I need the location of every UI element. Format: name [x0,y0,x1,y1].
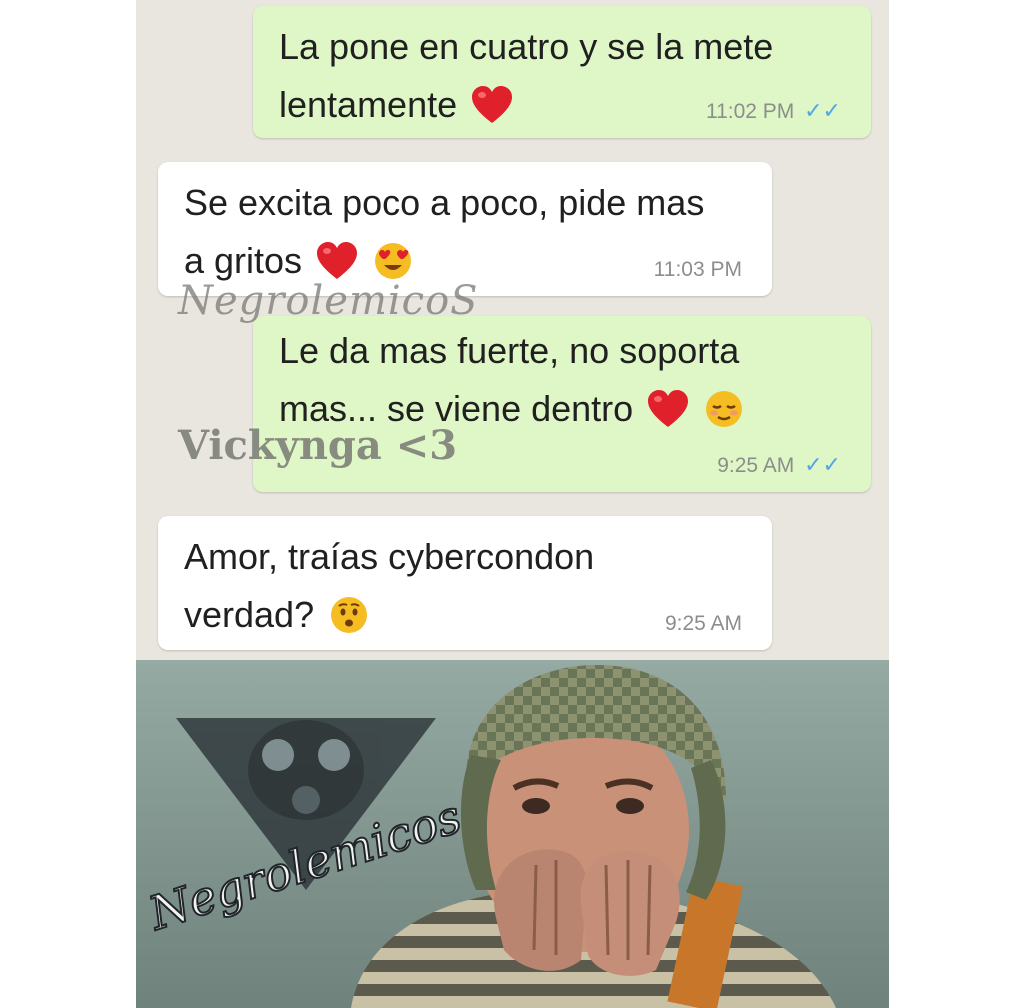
reaction-illustration: Negrolemicos [136,660,889,1008]
message-time: 11:02 PM [705,100,795,123]
red-heart-icon [317,242,358,279]
red-heart-icon [472,86,513,123]
message-text: Amor, traías cybercondon verdad? [184,528,746,644]
red-heart-icon [648,390,689,427]
message-meta: 9:25 AM ✓✓ [717,453,841,478]
message-time: 11:03 PM [653,258,742,281]
message-bubble-incoming[interactable]: Amor, traías cybercondon verdad? 9:25 AM [158,516,772,650]
message-meta: 11:02 PM ✓✓ [706,99,841,124]
reaction-image: Negrolemicos [136,660,889,1008]
message-line: Amor, traías cybercondon [184,536,595,577]
heart-eyes-face-icon [375,243,412,279]
watermark-negrolemicos: NegrolemicoS [178,278,479,324]
message-meta: 11:03 PM [654,258,742,282]
message-line: a gritos [184,240,303,281]
relieved-face-icon [706,391,743,427]
message-line-with-emoji: verdad? [184,586,746,644]
message-bubble-outgoing[interactable]: La pone en cuatro y se la mete lentament… [253,6,871,138]
message-time: 9:25 AM [717,454,795,477]
message-line: Le da mas fuerte, no soporta [279,330,740,371]
chat-panel: La pone en cuatro y se la mete lentament… [136,0,889,660]
message-time: 9:25 AM [664,612,742,635]
read-receipt-icon: ✓✓ [804,452,841,477]
watermark-vickynga: Vickynga <3 [178,422,458,469]
message-meta: 9:25 AM [665,612,742,636]
read-receipt-icon: ✓✓ [804,98,841,123]
message-line: verdad? [184,594,315,635]
message-line: lentamente [279,84,458,125]
message-line: Se excita poco a poco, pide mas [184,182,705,223]
hushed-face-icon [331,597,368,633]
message-bubble-incoming[interactable]: Se excita poco a poco, pide mas a gritos… [158,162,772,296]
message-line: La pone en cuatro y se la mete [279,26,774,67]
message-text: Le da mas fuerte, no soporta mas... se v… [279,322,845,438]
